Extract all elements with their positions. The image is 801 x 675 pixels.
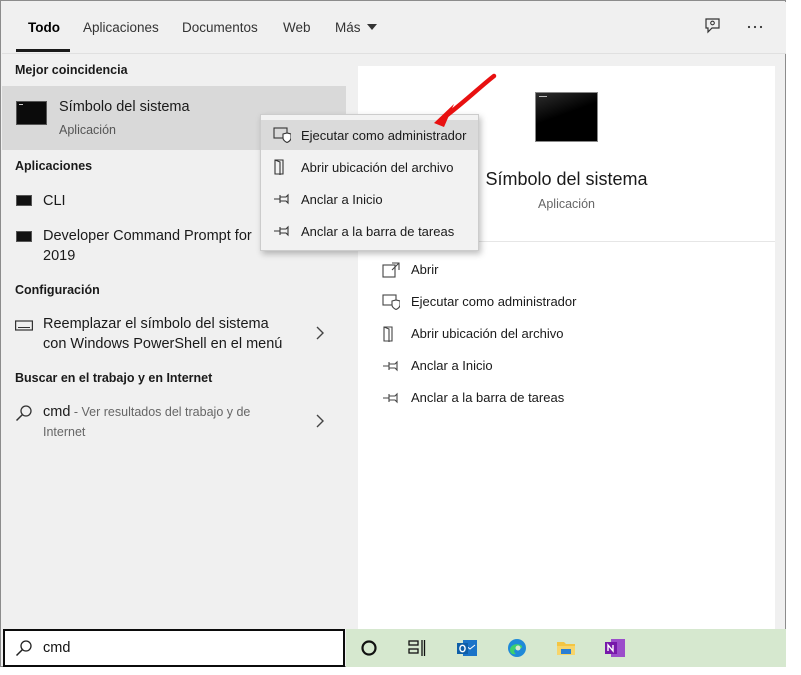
open-location-icon	[274, 159, 284, 175]
list-item-label: CLI	[43, 193, 66, 209]
tab-more[interactable]: Más	[335, 20, 377, 35]
context-menu: Ejecutar como administrador Abrir ubicac…	[260, 114, 479, 251]
search-icon	[15, 405, 32, 422]
edge-icon[interactable]	[506, 637, 528, 659]
section-best-match: Mejor coincidencia	[15, 63, 128, 77]
web-hint-text: - Ver resultados del trabajo y de	[70, 405, 251, 419]
label-line-1: Reemplazar el símbolo del sistema	[43, 316, 269, 332]
start-search-window: Todo Aplicaciones Documentos Web Más Mej…	[0, 0, 786, 667]
action-label: Anclar a Inicio	[411, 358, 493, 373]
menu-item-label: Anclar a Inicio	[301, 192, 383, 207]
query-text: cmd	[43, 404, 71, 420]
action-label: Abrir	[411, 262, 439, 277]
more-icon[interactable]	[744, 16, 766, 38]
list-item-label: Reemplazar el símbolo del sistema con Wi…	[43, 314, 282, 354]
section-web: Buscar en el trabajo y en Internet	[15, 371, 213, 385]
action-label: Abrir ubicación del archivo	[411, 326, 564, 341]
pin-icon	[274, 193, 289, 205]
active-tab-indicator	[16, 49, 70, 52]
command-prompt-large-icon	[535, 92, 598, 142]
tab-web[interactable]: Web	[283, 20, 311, 35]
list-item-label: cmd - Ver resultados del trabajo y de In…	[43, 402, 250, 442]
terminal-icon	[16, 231, 32, 242]
label-line-2: 2019	[43, 248, 76, 264]
command-prompt-icon	[16, 101, 47, 125]
list-item-web-search[interactable]: cmd - Ver resultados del trabajo y de In…	[2, 400, 346, 446]
pin-icon	[383, 392, 398, 404]
menu-item-label: Anclar a la barra de tareas	[301, 224, 455, 239]
open-icon	[382, 262, 400, 278]
file-explorer-icon[interactable]	[555, 637, 577, 659]
monitor-icon	[15, 320, 33, 331]
label-line-2: con Windows PowerShell en el menú	[43, 336, 283, 352]
menu-item-pin-taskbar[interactable]: Anclar a la barra de tareas	[261, 216, 478, 246]
best-match-title: Símbolo del sistema	[59, 99, 190, 115]
terminal-icon	[16, 195, 32, 206]
search-input[interactable]	[43, 640, 323, 656]
menu-item-pin-start[interactable]: Anclar a Inicio	[261, 184, 478, 214]
outlook-icon[interactable]	[456, 637, 478, 659]
onenote-icon[interactable]	[604, 637, 626, 659]
cortana-icon[interactable]	[358, 637, 380, 659]
red-arrow-annotation	[434, 73, 497, 127]
tab-documents[interactable]: Documentos	[182, 20, 258, 35]
section-apps: Aplicaciones	[15, 159, 93, 173]
list-item-powershell-setting[interactable]: Reemplazar el símbolo del sistema con Wi…	[2, 312, 346, 358]
web-hint-line2: Internet	[43, 425, 86, 439]
chevron-right-icon[interactable]	[316, 326, 324, 340]
open-location-icon	[383, 326, 393, 342]
action-label: Anclar a la barra de tareas	[411, 390, 565, 405]
chevron-right-icon[interactable]	[316, 414, 324, 428]
list-item-label: Developer Command Prompt for 2019	[43, 226, 252, 266]
task-view-icon[interactable]	[406, 637, 428, 659]
search-icon	[15, 640, 32, 657]
taskbar	[346, 629, 786, 667]
chevron-down-icon	[366, 24, 377, 30]
search-box[interactable]	[3, 629, 345, 667]
tab-apps[interactable]: Aplicaciones	[83, 20, 159, 35]
menu-item-label: Abrir ubicación del archivo	[301, 160, 454, 175]
feedback-icon[interactable]	[702, 16, 724, 38]
shield-run-icon	[382, 294, 400, 310]
shield-run-icon	[273, 127, 291, 143]
pin-icon	[383, 360, 398, 372]
menu-item-open-location[interactable]: Abrir ubicación del archivo	[261, 152, 478, 182]
best-match-subtitle: Aplicación	[59, 123, 116, 137]
label-line-1: Developer Command Prompt for	[43, 228, 252, 244]
tab-more-label: Más	[335, 20, 361, 35]
tab-all[interactable]: Todo	[28, 20, 60, 35]
pin-icon	[274, 225, 289, 237]
section-settings: Configuración	[15, 283, 100, 297]
tab-bar: Todo Aplicaciones Documentos Web Más	[2, 2, 786, 54]
action-label: Ejecutar como administrador	[411, 294, 577, 309]
